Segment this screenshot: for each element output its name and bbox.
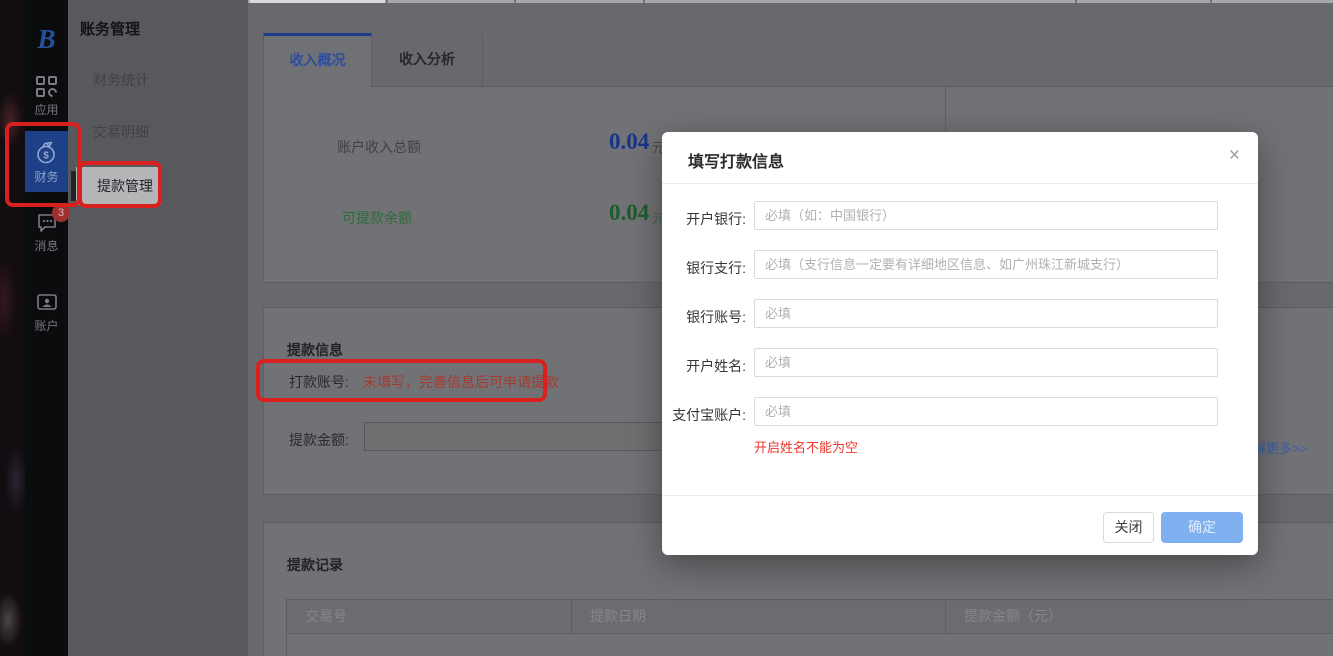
bank-name-label: 开户银行: [666, 209, 746, 229]
alipay-account-label: 支付宝账户: [666, 405, 746, 425]
withdrawable-balance-label: 可提款余额 [342, 208, 412, 228]
table-header-row: 交易号 提款日期 提款金额（元） [286, 599, 1333, 634]
modal-footer-divider [662, 495, 1258, 496]
total-income-value: 0.04 [609, 129, 649, 155]
subnav-item-finance-stats[interactable]: 财务统计 [93, 70, 149, 90]
total-income-label: 账户收入总额 [337, 137, 421, 157]
top-edge-strip [248, 0, 1333, 3]
close-button[interactable]: 关闭 [1103, 512, 1154, 543]
bank-account-label: 银行账号: [666, 307, 746, 327]
col-withdraw-date: 提款日期 [572, 600, 946, 633]
modal-header: 填写打款信息 × [662, 132, 1258, 184]
tab-income-overview[interactable]: 收入概况 [263, 33, 372, 87]
annotation-box-payment-account [256, 359, 547, 402]
annotation-box-finance-rail [5, 122, 81, 207]
learn-more-link[interactable]: 解更多>> [1253, 438, 1307, 457]
bank-account-input[interactable] [754, 299, 1218, 328]
rail-item-label: 消息 [34, 237, 58, 254]
finance-subnav: 账务管理 财务统计 交易明细 提款管理 [68, 0, 248, 656]
withdrawable-balance-value: 0.04 [609, 200, 649, 226]
rail-item-apps[interactable]: 应用 [25, 76, 68, 118]
annotation-box-withdraw-manage [78, 161, 162, 208]
alipay-account-input[interactable] [754, 397, 1218, 426]
withdraw-amount-label: 提款金额: [289, 430, 349, 450]
withdraw-records-title: 提款记录 [287, 555, 343, 575]
app-rail: B 应用 $ 财务 3 消息 [25, 0, 68, 656]
account-holder-label: 开户姓名: [666, 356, 746, 376]
income-tabs: 收入概况 收入分析 [263, 33, 1333, 87]
col-transaction-id: 交易号 [287, 600, 572, 633]
desktop-wallpaper-sliver [0, 0, 25, 656]
rail-item-account[interactable]: 账户 [25, 290, 68, 334]
withdraw-records-table: 交易号 提款日期 提款金额（元） [286, 599, 1333, 656]
subnav-title: 账务管理 [80, 18, 140, 39]
bank-branch-label: 银行支行: [666, 258, 746, 278]
confirm-button[interactable]: 确定 [1161, 512, 1243, 543]
brand-logo[interactable]: B [25, 24, 68, 55]
close-icon[interactable]: × [1229, 146, 1240, 165]
validation-error-text: 开启姓名不能为空 [754, 437, 858, 456]
tab-income-analysis[interactable]: 收入分析 [372, 33, 483, 87]
modal-title: 填写打款信息 [688, 148, 784, 172]
withdraw-info-title: 提款信息 [287, 340, 343, 360]
bank-name-input[interactable] [754, 201, 1218, 230]
table-body-empty [286, 634, 1333, 656]
subnav-item-transaction-detail[interactable]: 交易明细 [93, 122, 149, 142]
rail-item-label: 账户 [34, 317, 58, 334]
apps-grid-icon [36, 76, 58, 98]
account-holder-input[interactable] [754, 348, 1218, 377]
bank-branch-input[interactable] [754, 250, 1218, 279]
account-card-icon [35, 290, 59, 314]
app-window: B 应用 $ 财务 3 消息 [0, 0, 1333, 656]
col-withdraw-amount: 提款金额（元） [946, 600, 1333, 633]
rail-item-label: 应用 [34, 101, 58, 118]
rail-item-messages[interactable]: 3 消息 [25, 210, 68, 254]
payment-info-modal: 填写打款信息 × 开户银行: 银行支行: 银行账号: 开户姓名: 支付宝账户: … [662, 132, 1258, 555]
